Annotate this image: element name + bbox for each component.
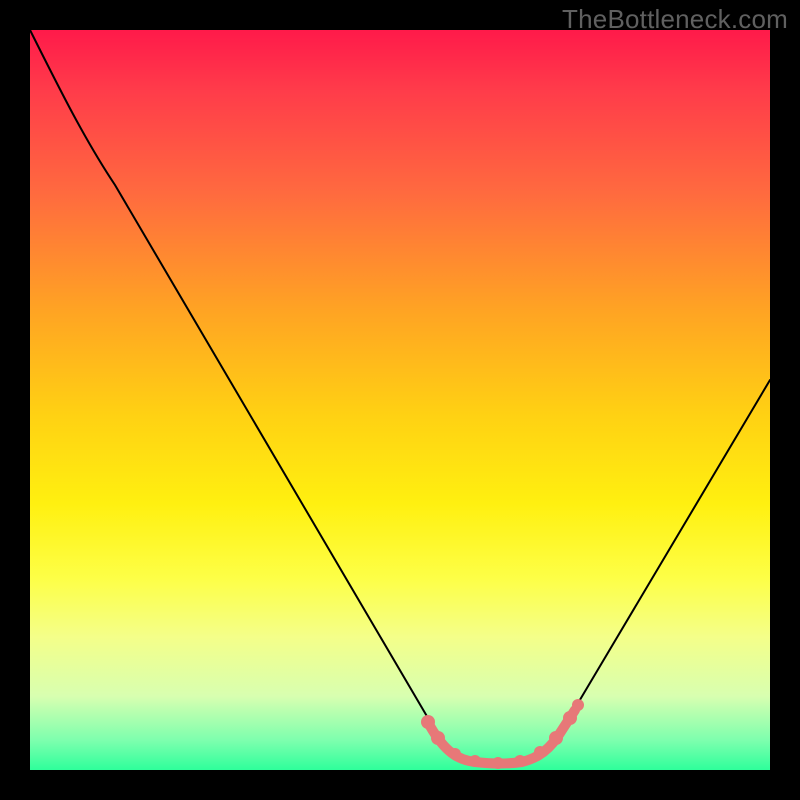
bottleneck-curve-svg (30, 30, 770, 770)
plot-area (30, 30, 770, 770)
marker-dot (421, 715, 435, 729)
marker-dot (431, 731, 445, 745)
marker-dot (492, 757, 504, 769)
bottleneck-curve (30, 30, 770, 764)
marker-dot (572, 699, 584, 711)
marker-dot (449, 748, 461, 760)
marker-dot (534, 746, 546, 758)
chart-frame: TheBottleneck.com (0, 0, 800, 800)
marker-dot (514, 755, 526, 767)
marker-dot (549, 731, 563, 745)
marker-dot (469, 755, 481, 767)
marker-dot (563, 711, 577, 725)
